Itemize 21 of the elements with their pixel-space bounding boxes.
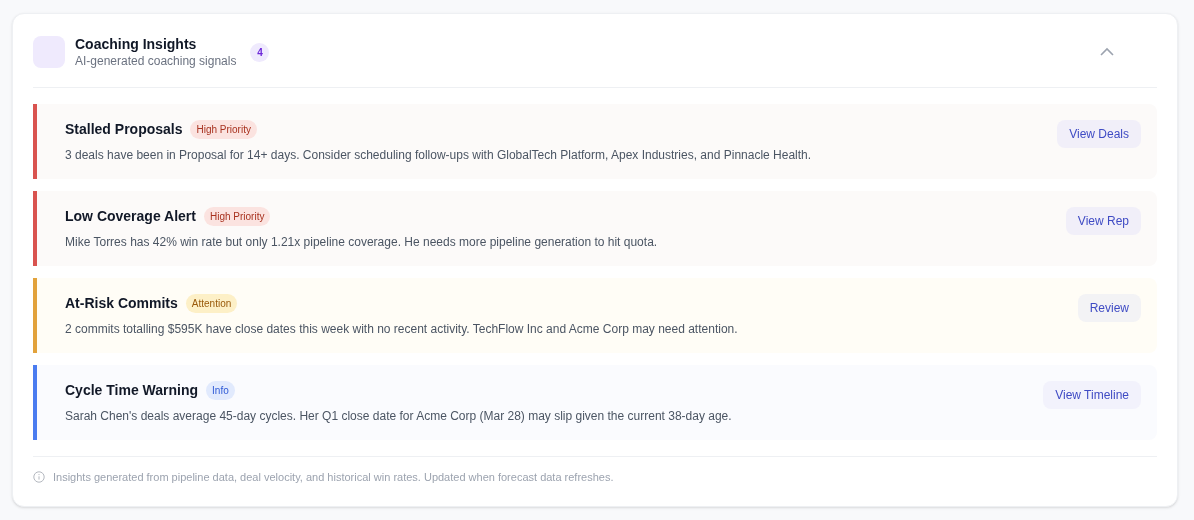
insight-title: Low Coverage Alert — [65, 207, 196, 226]
insight-description: Mike Torres has 42% win rate but only 1.21x pipeline coverage. He needs more pipeline generation to hit quota. — [65, 234, 659, 251]
insight-description: Sarah Chen's deals average 45-day cycles. Her Q1 close date for Acme Corp (Mar 28) may slip given the current 38-day age. — [65, 408, 733, 425]
priority-badge: High Priority — [190, 120, 257, 139]
action-button[interactable]: View Deals — [1057, 120, 1141, 148]
action-button[interactable]: Review — [1077, 294, 1141, 322]
info-icon — [33, 471, 45, 484]
footer-note: Insights generated from pipeline data, deal velocity, and historical win rates. Updated when forecast data refreshes. — [53, 470, 614, 485]
insight-description: 3 deals have been in Proposal for 14+ days. Consider scheduling follow-ups with GlobalTech Platform, Apex Industries, and Pinnacle Health. — [65, 147, 813, 164]
priority-badge: Info — [206, 381, 235, 400]
action-button[interactable]: View Rep — [1065, 207, 1141, 235]
panel-title: Coaching Insights — [75, 35, 198, 53]
priority-badge: High Priority — [203, 207, 271, 226]
priority-badge: Attention — [185, 294, 238, 313]
insight-title: Cycle Time Warning — [65, 381, 199, 400]
action-button[interactable]: View Timeline — [1043, 381, 1141, 409]
insight-title: At-Risk Commits — [65, 294, 178, 313]
insight-description: 2 commits totalling $595K have close dates this week with no recent activity. TechFlow Inc and Acme Corp may need attention. — [65, 321, 739, 338]
insight-title: Stalled Proposals — [65, 120, 183, 139]
count-badge: 4 — [250, 42, 270, 62]
panel-subtitle: AI-generated coaching signals — [75, 53, 237, 69]
